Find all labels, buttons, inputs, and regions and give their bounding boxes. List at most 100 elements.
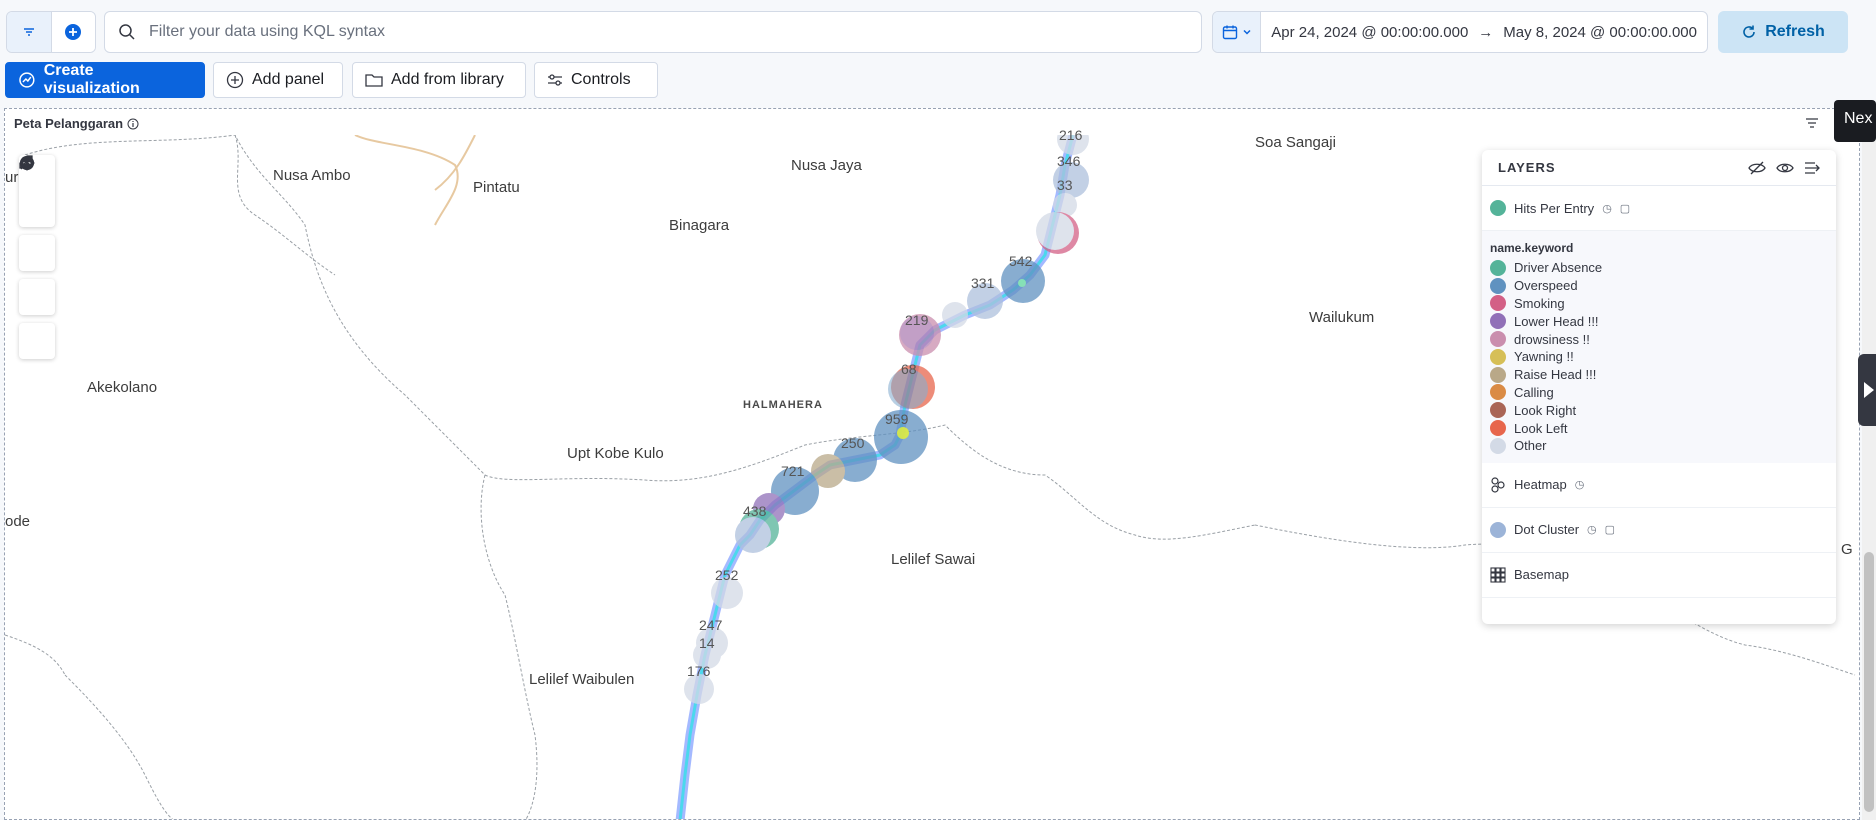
place-label: Upt Kobe Kulo [567,445,664,462]
start-date[interactable]: Apr 24, 2024 @ 00:00:00.000 [1261,24,1478,41]
legend-label: Driver Absence [1514,260,1603,276]
info-icon[interactable] [127,118,139,130]
date-quick-menu-button[interactable] [1213,12,1262,52]
place-label: Pintatu [473,179,520,196]
place-label: G [1841,541,1853,558]
legend-item: Lower Head !!! [1490,312,1828,330]
kql-search-bar[interactable] [104,11,1202,53]
legend-label: Look Right [1514,402,1577,418]
clock-icon: ◷ [1587,524,1597,537]
cluster-count: 331 [971,275,995,291]
cluster-count: 252 [715,567,739,583]
legend-swatch [1490,366,1506,383]
place-label: Akekolano [87,379,158,396]
refresh-button[interactable]: Refresh [1718,11,1848,53]
layer-basemap[interactable]: Basemap [1482,553,1836,598]
filter-menu-button[interactable] [7,12,51,52]
clock-icon: ◷ [1574,479,1585,492]
layer-dot-cluster[interactable]: Dot Cluster ◷ ▢ [1482,508,1836,553]
page-scrollbar[interactable] [1862,108,1876,820]
add-from-library-button[interactable]: Add from library [352,62,526,98]
eye-icon[interactable] [1776,161,1794,175]
create-visualization-button[interactable]: Create visualization [5,62,205,98]
layer-name: Basemap [1514,567,1569,583]
legend-swatch [1490,420,1506,437]
layers-heading: LAYERS [1498,160,1556,175]
cluster-count: 219 [905,312,929,328]
legend-label: drowsiness !! [1514,331,1590,347]
cluster-count: 14 [699,635,715,651]
side-panel-toggle[interactable] [1858,354,1876,426]
cluster-count: 346 [1057,153,1081,169]
cluster-count: 247 [699,617,723,633]
layer-header-actions [1748,161,1820,175]
place-label: ode [5,513,31,530]
legend-swatch [1490,348,1506,365]
add-panel-button[interactable]: Add panel [213,62,343,98]
locate-control [19,155,55,271]
legend-item: Look Left [1490,419,1828,437]
scrollbar-thumb[interactable] [1864,552,1874,812]
clock-icon: ◷ [1602,202,1612,215]
cluster-count: 721 [781,463,805,479]
visualize-icon [19,72,35,88]
place-label: ur [5,169,19,186]
panel-title: Peta Pelanggaran [14,116,139,131]
layer-heatmap[interactable]: Heatmap ◷ [1482,463,1836,508]
end-date[interactable]: May 8, 2024 @ 00:00:00.000 [1493,24,1707,41]
eye-closed-icon[interactable] [1748,161,1766,175]
add-from-library-label: Add from library [391,71,504,88]
controls-button[interactable]: Controls [534,62,658,98]
place-label: Wailukum [1309,309,1375,326]
add-filter-button[interactable] [50,12,95,52]
legend-item: Raise Head !!! [1490,366,1828,384]
search-icon [105,23,149,41]
legend-item: Overspeed [1490,277,1828,295]
collapse-icon[interactable] [1804,161,1820,175]
date-picker: Apr 24, 2024 @ 00:00:00.000 → May 8, 202… [1212,11,1708,53]
cluster-count: 33 [1057,177,1073,193]
legend-label: Calling [1514,384,1554,400]
caret-right-icon [1864,382,1874,398]
controls-icon [548,74,562,86]
checkbox-icon: ▢ [1619,202,1631,215]
panel-filter-icon[interactable] [1805,117,1819,129]
create-visualization-label: Create visualization [43,62,140,97]
next-tooltip: Nex [1834,100,1876,142]
legend-swatch [1490,384,1506,401]
dashboard-toolbar: Create visualization Add panel Add from … [0,62,1876,98]
layer-control: LAYERS Hits Per Entry ◷ ▢ name.keyword D… [1482,150,1836,624]
grid-icon [1490,567,1506,583]
panel-title-text: Peta Pelanggaran [14,116,124,131]
place-label: Lelilef Waibulen [529,671,635,688]
legend-label: Lower Head !!! [1514,313,1599,329]
folder-icon [365,74,383,87]
legend-swatch [1490,313,1506,330]
legend-swatch [1490,402,1506,419]
zoom-out-button[interactable] [19,156,55,227]
legend-swatch [1490,295,1506,312]
calendar-icon [1222,25,1237,40]
draw-tool-button[interactable] [19,156,55,359]
layer-control-header: LAYERS [1482,150,1836,186]
refresh-label: Refresh [1765,23,1825,40]
place-label: Binagara [669,217,730,234]
set-view-button[interactable] [19,155,55,271]
legend-title: name.keyword [1490,241,1574,255]
legend-label: Look Left [1514,420,1568,436]
layer-hits-per-entry[interactable]: Hits Per Entry ◷ ▢ [1482,186,1836,231]
legend-label: Raise Head !!! [1514,367,1597,383]
cluster-count: 542 [1009,253,1033,269]
place-label: Nusa Jaya [791,157,862,174]
search-input[interactable] [149,23,1189,41]
layer-color-swatch [1490,200,1506,216]
plus-circle-icon [226,71,244,89]
place-label: Lelilef Sawai [891,551,976,568]
cluster-count: 438 [743,503,767,519]
legend-item: Other [1490,437,1828,455]
chevron-down-icon [1243,29,1251,35]
legend-item: drowsiness !! [1490,330,1828,348]
fullscreen-button[interactable] [19,155,55,315]
wrench-icon [20,156,34,170]
layer-name: Hits Per Entry [1514,200,1595,216]
